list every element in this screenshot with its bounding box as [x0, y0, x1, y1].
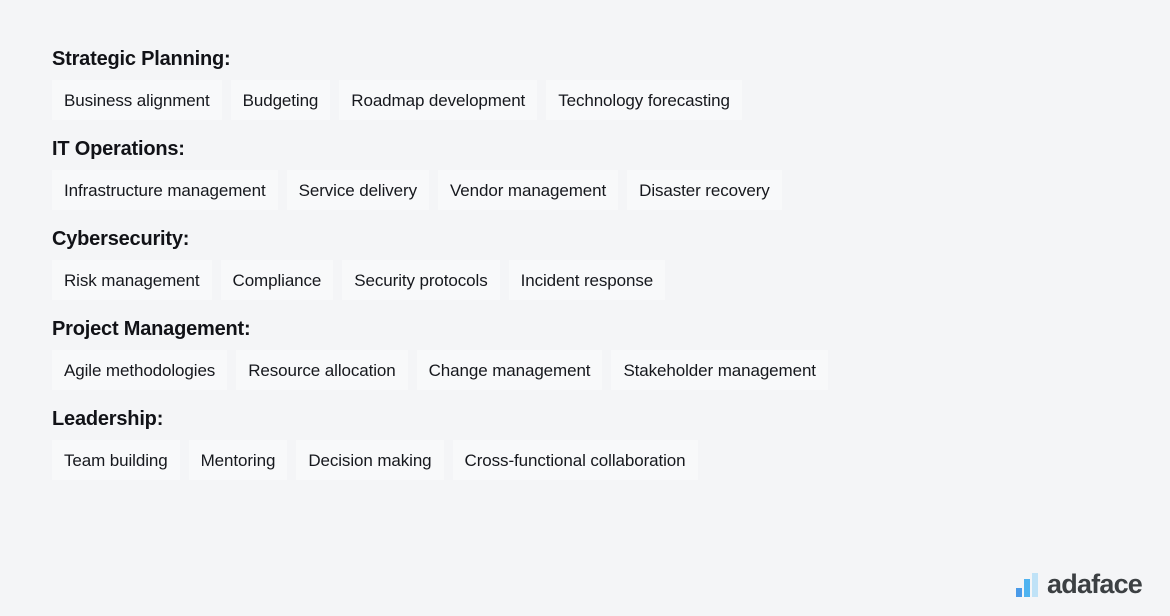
skill-chip[interactable]: Service delivery	[286, 170, 429, 210]
skill-chip[interactable]: Roadmap development	[339, 80, 538, 120]
skill-chip[interactable]: Compliance	[220, 260, 334, 300]
skills-overview-page: Strategic Planning: Business alignment Bud…	[0, 0, 1170, 616]
skill-group: Strategic Planning: Business alignment Bud…	[52, 48, 1170, 120]
skill-group-heading: Leadership:	[52, 408, 164, 430]
skill-chip[interactable]: Disaster recovery	[627, 170, 782, 210]
skill-chip-row: Agile methodologies Resource allocation Ch…	[52, 350, 1170, 390]
skill-group-heading: Cybersecurity:	[52, 228, 190, 250]
skill-chip[interactable]: Incident response	[508, 260, 666, 300]
skill-chip[interactable]: Stakeholder management	[611, 350, 828, 390]
skill-chip-row: Risk management Compliance Security protoc…	[52, 260, 1170, 300]
bar-chart-logo-icon	[1016, 572, 1039, 597]
skill-group: IT Operations: Infrastructure management S…	[52, 138, 1170, 210]
skill-chip[interactable]: Resource allocation	[236, 350, 408, 390]
skill-group: Leadership: Team building Mentoring Decisio…	[52, 408, 1170, 480]
skill-chip-row: Infrastructure management Service deliver…	[52, 170, 1170, 210]
skill-chip-row: Business alignment Budgeting Roadmap devel…	[52, 80, 1170, 120]
skill-chip[interactable]: Team building	[52, 440, 180, 480]
skill-group: Project Management: Agile methodologies Re…	[52, 318, 1170, 390]
skill-chip[interactable]: Infrastructure management	[52, 170, 278, 210]
adaface-logo: adaface	[1016, 569, 1143, 599]
skill-chip[interactable]: Security protocols	[342, 260, 500, 300]
skill-chip[interactable]: Mentoring	[188, 440, 288, 480]
skill-group-heading: Project Management:	[52, 318, 251, 340]
skill-group-heading: IT Operations:	[52, 138, 185, 160]
skill-chip[interactable]: Business alignment	[52, 80, 222, 120]
skill-chip[interactable]: Agile methodologies	[52, 350, 228, 390]
skill-chip[interactable]: Risk management	[52, 260, 212, 300]
adaface-wordmark: adaface	[1047, 569, 1143, 599]
skill-chip-row: Team building Mentoring Decision making Cro…	[52, 440, 1170, 480]
skill-chip[interactable]: Decision making	[296, 440, 444, 480]
skill-chip[interactable]: Vendor management	[438, 170, 619, 210]
skill-group: Cybersecurity: Risk management Compliance S…	[52, 228, 1170, 300]
skill-group-heading: Strategic Planning:	[52, 48, 231, 70]
skill-groups-container: Strategic Planning: Business alignment Bud…	[52, 48, 1170, 480]
skill-chip[interactable]: Cross-functional collaboration	[452, 440, 698, 480]
skill-chip[interactable]: Technology forecasting	[546, 80, 742, 120]
skill-chip[interactable]: Budgeting	[230, 80, 331, 120]
skill-chip[interactable]: Change management	[416, 350, 603, 390]
